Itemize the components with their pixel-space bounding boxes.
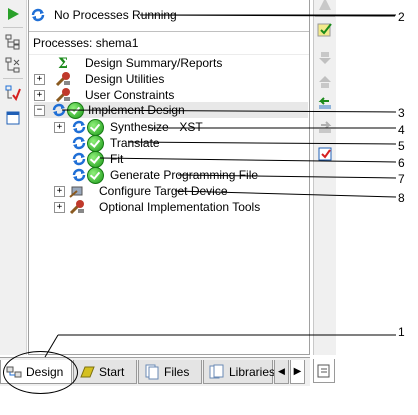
- callout-line-6: [99, 157, 397, 163]
- callout-number-5: 5: [398, 139, 405, 153]
- callout-line-3: [61, 109, 397, 113]
- callout-lines: [44, 14, 397, 358]
- callout-number-3: 3: [398, 106, 405, 120]
- callout-line-8: [174, 190, 397, 198]
- callout-line-5: [127, 141, 397, 145]
- callout-number-7: 7: [398, 172, 405, 186]
- callout-line-1a: [44, 334, 59, 358]
- callout-number-4: 4: [398, 123, 405, 137]
- callout-line-7: [177, 174, 397, 179]
- callout-number-1: 1: [398, 325, 405, 339]
- callout-number-6: 6: [398, 156, 405, 170]
- callout-number-2: 2: [398, 10, 405, 24]
- callout-number-8: 8: [398, 191, 405, 205]
